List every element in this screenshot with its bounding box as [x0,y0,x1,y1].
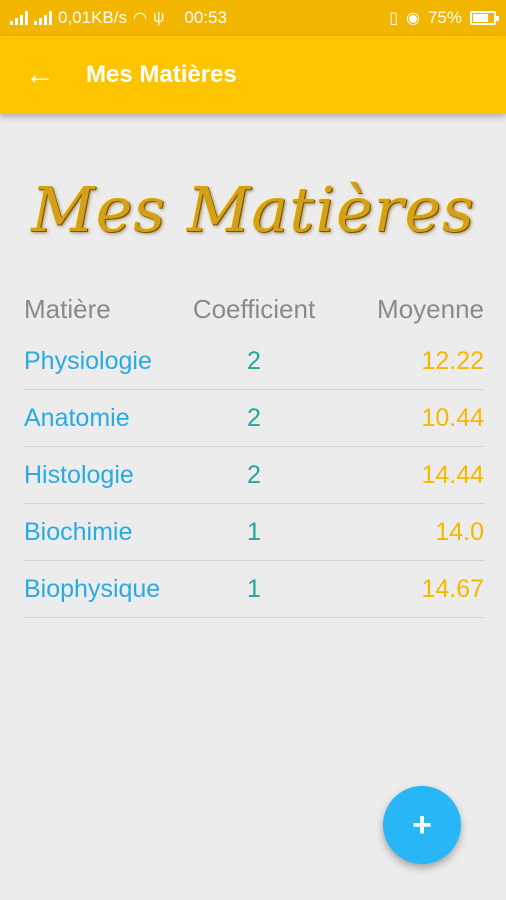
add-subject-button[interactable]: + [383,786,461,864]
subject-average: 14.44 [421,460,484,489]
subject-average: 10.44 [421,403,484,432]
vibrate-icon: ▯ [389,10,398,27]
subject-coefficient: 2 [247,403,261,432]
table-row[interactable]: Anatomie 2 10.44 [24,390,484,447]
eye-icon: ◉ [406,10,420,27]
table-header: Matière Coefficient Moyenne [24,285,484,333]
subject-coefficient: 1 [247,517,261,546]
usb-icon: ψ [152,9,165,26]
table-row[interactable]: Biophysique 1 14.67 [24,561,484,618]
subject-name: Biophysique [24,574,161,603]
subject-name: Biochimie [24,517,133,546]
wifi-icon: ◠ [133,10,147,27]
subject-average: 14.0 [435,517,484,546]
subject-name: Histologie [24,460,134,489]
table-row[interactable]: Biochimie 1 14.0 [24,504,484,561]
battery-percent: 75% [427,8,462,27]
battery-icon [470,11,499,25]
header-coefficient: Coefficient [192,293,316,324]
header-moyenne: Moyenne [377,293,484,324]
page-title: Mes Matières [86,61,237,88]
signal-icon [34,11,52,25]
header-matiere: Matière [24,293,111,324]
back-button[interactable]: ← [20,55,60,95]
app-bar: ← Mes Matières [0,36,506,114]
plus-icon: + [412,805,432,844]
banner-title: Mes Matières [31,173,475,246]
table-row[interactable]: Histologie 2 14.44 [24,447,484,504]
signal-icon [10,11,28,25]
subject-average: 12.22 [421,346,484,375]
subject-coefficient: 1 [247,574,261,603]
subject-average: 14.67 [421,574,484,603]
status-time: 00:53 [184,8,227,27]
subject-coefficient: 2 [247,346,261,375]
battery-fill [473,14,488,22]
subjects-table: Matière Coefficient Moyenne Physiologie … [24,285,484,618]
table-row[interactable]: Physiologie 2 12.22 [24,333,484,390]
subject-name: Physiologie [24,346,152,375]
subject-name: Anatomie [24,403,130,432]
subject-coefficient: 2 [247,460,261,489]
status-bar: 0,01KB/s ◠ ψ 00:53 ▯ ◉ 75% [0,0,506,36]
network-speed: 0,01KB/s [58,8,127,27]
arrow-back-icon: ← [25,58,55,91]
